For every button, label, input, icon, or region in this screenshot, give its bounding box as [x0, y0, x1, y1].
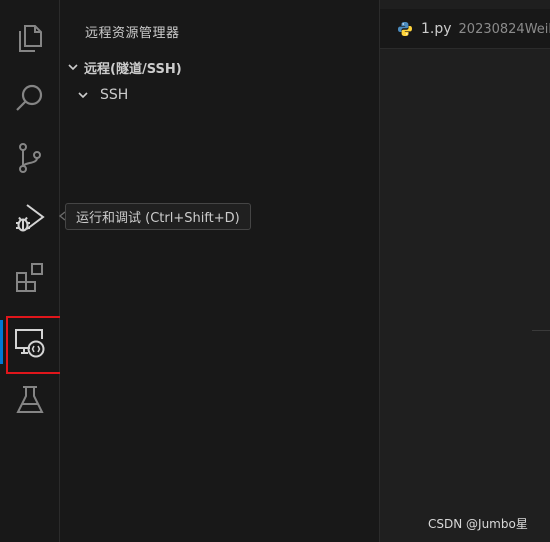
run-debug-icon [16, 204, 45, 232]
activity-search[interactable] [0, 68, 60, 128]
chevron-down-icon [78, 92, 88, 99]
tree-item-label: SSH [100, 87, 129, 103]
tab-description: 20230824Weila [458, 21, 550, 37]
remote-section-header[interactable]: 远程(隧道/SSH) [60, 56, 379, 78]
remote-explorer-icon [15, 329, 45, 358]
watermark: CSDN @Jumbo星 [428, 517, 528, 531]
chevron-down-icon [68, 64, 78, 71]
tab-bar: 1.py 20230824Weila [380, 9, 550, 49]
extensions-icon [16, 263, 43, 292]
files-icon [19, 25, 42, 52]
editor-divider [532, 330, 550, 331]
sidebar: 远程资源管理器 远程(隧道/SSH) SSH [60, 0, 380, 542]
python-file-icon [398, 22, 412, 36]
editor-area: 1.py 20230824Weila [380, 0, 550, 542]
tree-item-ssh[interactable]: SSH [74, 84, 128, 106]
tooltip-text: 运行和调试 (Ctrl+Shift+D) [65, 203, 251, 230]
activity-extensions[interactable] [0, 248, 60, 308]
activity-explorer[interactable] [0, 8, 60, 68]
activity-bar [0, 0, 60, 542]
sidebar-title: 远程资源管理器 [85, 26, 180, 41]
source-control-icon [19, 143, 41, 173]
activity-run-debug[interactable] [0, 188, 60, 248]
activity-remote-explorer[interactable] [0, 312, 60, 372]
search-icon [16, 84, 43, 111]
activity-source-control[interactable] [0, 128, 60, 188]
tab-1-py[interactable]: 1.py 20230824Weila [380, 9, 550, 49]
activity-testing[interactable] [0, 370, 60, 430]
testing-icon [16, 386, 44, 413]
section-label: 远程(隧道/SSH) [84, 61, 182, 77]
tab-filename: 1.py [421, 21, 452, 37]
